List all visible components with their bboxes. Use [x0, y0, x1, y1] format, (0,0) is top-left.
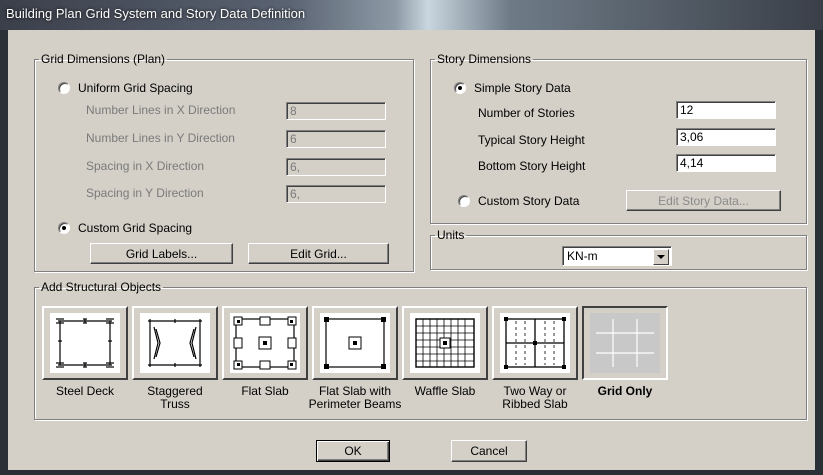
two-way-slab-icon: [500, 313, 570, 373]
flat-slab-perimeter-tile[interactable]: [312, 306, 398, 380]
uniform-grid-radio[interactable]: [58, 82, 70, 94]
edit-grid-button[interactable]: Edit Grid...: [248, 243, 389, 264]
flat-slab-tile[interactable]: [222, 306, 308, 380]
window-frame-right: [815, 30, 823, 475]
edit-story-data-button[interactable]: Edit Story Data...: [626, 190, 781, 211]
grid-lines-y-label: Number Lines in Y Direction: [86, 131, 235, 145]
window-frame-bottom: [0, 470, 823, 475]
flat-slab-perimeter-caption: Flat Slab with Perimeter Beams: [308, 384, 402, 411]
steel-deck-tile[interactable]: [42, 306, 128, 380]
flat-slab-caption: Flat Slab: [241, 384, 289, 398]
staggered-truss-caption: Staggered Truss: [147, 384, 203, 411]
grid-only-icon: [590, 313, 660, 373]
dialog-window: Building Plan Grid System and Story Data…: [0, 0, 823, 475]
grid-dimensions-legend: Grid Dimensions (Plan): [41, 52, 166, 66]
spacing-y-label: Spacing in Y Direction: [86, 186, 204, 200]
ok-button[interactable]: OK: [316, 440, 390, 462]
simple-story-radio[interactable]: [454, 82, 466, 94]
window-frame-left: [0, 30, 8, 475]
units-select-value: KN-m: [567, 249, 598, 263]
typical-story-height-label: Typical Story Height: [478, 133, 585, 147]
steel-deck-caption: Steel Deck: [55, 384, 115, 398]
two-way-slab-caption: Two Way or Ribbed Slab: [502, 384, 568, 411]
structural-objects-row: Steel Deck Staggered Truss Flat Slab Fla…: [38, 282, 798, 418]
staggered-truss-tile[interactable]: [132, 306, 218, 380]
units-legend: Units: [437, 228, 465, 242]
grid-lines-x-input[interactable]: 8: [286, 102, 386, 120]
dialog-client-area: Grid Dimensions (Plan) Uniform Grid Spac…: [8, 30, 815, 470]
bottom-story-height-input[interactable]: 4,14: [676, 154, 776, 172]
flat-slab-perimeter-icon: [320, 313, 390, 373]
custom-story-radio[interactable]: [458, 195, 470, 207]
title-bar[interactable]: Building Plan Grid System and Story Data…: [0, 0, 823, 30]
cancel-button[interactable]: Cancel: [451, 440, 527, 462]
window-title: Building Plan Grid System and Story Data…: [6, 6, 306, 21]
grid-lines-y-input[interactable]: 6: [286, 130, 386, 148]
grid-labels-button[interactable]: Grid Labels...: [90, 243, 233, 264]
grid-only-caption: Grid Only: [597, 384, 653, 398]
spacing-x-input[interactable]: 6,: [286, 158, 386, 176]
steel-deck-icon: [50, 313, 120, 373]
custom-grid-label: Custom Grid Spacing: [78, 221, 193, 235]
waffle-slab-caption: Waffle Slab: [414, 384, 476, 398]
waffle-slab-icon: [410, 313, 480, 373]
bottom-story-height-label: Bottom Story Height: [478, 159, 586, 173]
staggered-truss-icon: [140, 313, 210, 373]
custom-grid-radio[interactable]: [58, 222, 70, 234]
spacing-y-input[interactable]: 6,: [286, 185, 386, 203]
spacing-x-label: Spacing in X Direction: [86, 159, 205, 173]
grid-only-tile[interactable]: [582, 306, 668, 380]
uniform-grid-label: Uniform Grid Spacing: [78, 81, 193, 95]
waffle-slab-tile[interactable]: [402, 306, 488, 380]
flat-slab-icon: [230, 313, 300, 373]
number-of-stories-label: Number of Stories: [478, 106, 575, 120]
grid-lines-x-label: Number Lines in X Direction: [86, 103, 236, 117]
typical-story-height-input[interactable]: 3,06: [676, 128, 776, 146]
chevron-down-icon[interactable]: [653, 249, 669, 265]
custom-story-label: Custom Story Data: [478, 194, 580, 208]
simple-story-label: Simple Story Data: [474, 81, 571, 95]
story-dimensions-legend: Story Dimensions: [437, 52, 532, 66]
units-select[interactable]: KN-m: [562, 246, 672, 266]
two-way-slab-tile[interactable]: [492, 306, 578, 380]
number-of-stories-input[interactable]: 12: [676, 101, 776, 119]
